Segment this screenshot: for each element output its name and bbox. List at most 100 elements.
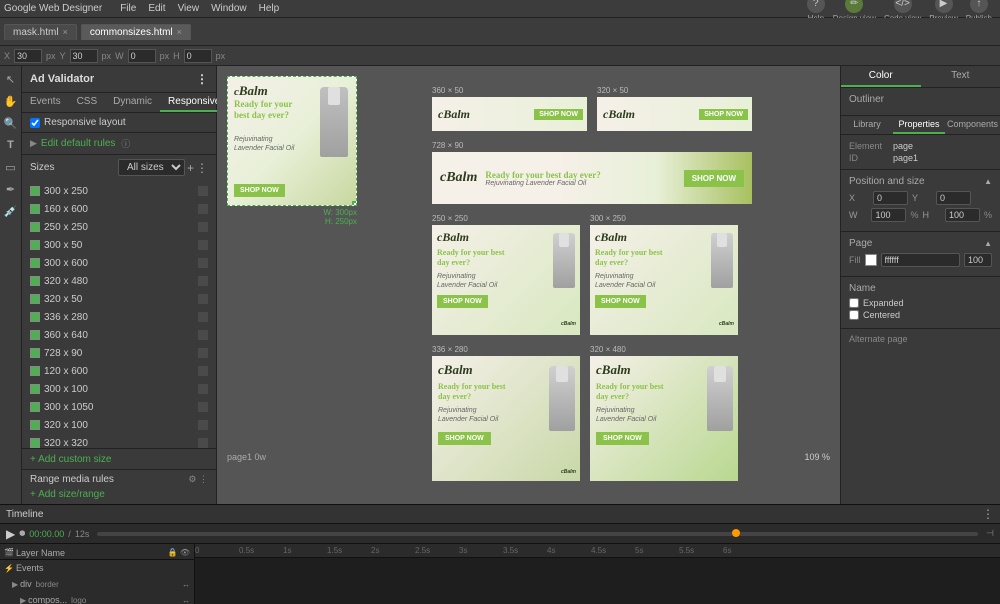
- x-prop-input[interactable]: [873, 191, 908, 205]
- tab-mask[interactable]: mask.html×: [4, 24, 77, 40]
- eyedropper-tool[interactable]: 💉: [2, 202, 20, 220]
- menu-view[interactable]: View: [178, 3, 200, 14]
- size-list-item[interactable]: 336 x 280: [22, 308, 216, 326]
- edit-rules-link[interactable]: Edit default rules: [41, 138, 116, 149]
- cta-320x480[interactable]: SHOP NOW: [596, 432, 649, 445]
- tab-color[interactable]: Color: [841, 66, 921, 87]
- size-list-item[interactable]: 300 x 250: [22, 182, 216, 200]
- add-custom-size[interactable]: + Add custom size: [30, 454, 111, 465]
- h-prop-input[interactable]: [945, 208, 980, 222]
- ad-320x480[interactable]: cBalm Ready for your best day ever? Reju…: [590, 356, 738, 481]
- position-arrow[interactable]: ▲: [984, 177, 992, 186]
- pen-tool[interactable]: ✒: [2, 180, 20, 198]
- cta-336[interactable]: SHOP NOW: [438, 432, 491, 445]
- ad-250x250[interactable]: cBalm Ready for your best day ever? Reju…: [432, 225, 580, 335]
- subtab-library[interactable]: Library: [841, 116, 893, 134]
- tab-text[interactable]: Text: [921, 66, 1000, 87]
- size-list-item[interactable]: 300 x 600: [22, 254, 216, 272]
- time-marker: 4.5s: [591, 546, 606, 555]
- sizes-add-icon[interactable]: +: [187, 161, 194, 175]
- size-list-item[interactable]: 160 x 600: [22, 200, 216, 218]
- centered-checkbox[interactable]: [849, 310, 859, 320]
- page-section: Page ▲ Fill: [841, 232, 1000, 277]
- ad-300x250[interactable]: cBalm Ready for your best day ever? Reju…: [590, 225, 738, 335]
- w-prop-input[interactable]: [871, 208, 906, 222]
- x-input[interactable]: [14, 49, 42, 63]
- div-convert[interactable]: ↔: [182, 580, 190, 589]
- sizes-filter[interactable]: All sizes: [118, 159, 185, 176]
- compos-arrow[interactable]: ▶: [20, 596, 26, 604]
- subline-320x480: Rejuvinating Lavender Facial Oil: [596, 406, 664, 424]
- ad-subline-small: Rejuvinating Lavender Facial Oil: [234, 135, 302, 153]
- ad-cta-small[interactable]: SHOP NOW: [234, 184, 285, 197]
- tab-mask-close[interactable]: ×: [63, 27, 68, 37]
- fill-color-input[interactable]: [881, 253, 961, 267]
- tab-dynamic[interactable]: Dynamic: [105, 93, 160, 112]
- sizes-menu-icon[interactable]: ⋮: [196, 161, 208, 175]
- ad-336x280[interactable]: cBalm Ready for your best day ever? Reju…: [432, 356, 580, 481]
- ad-360x50[interactable]: cBalm SHOP NOW: [432, 97, 587, 131]
- ad-text: Ready for your best day ever? Rejuvinati…: [485, 170, 675, 187]
- record-button[interactable]: ⏺: [19, 526, 25, 541]
- cursor-tool[interactable]: ↖: [2, 70, 20, 88]
- fill-swatch[interactable]: [865, 254, 877, 266]
- cta-320[interactable]: SHOP NOW: [699, 109, 748, 120]
- y-unit: px: [102, 51, 112, 61]
- size-list-item[interactable]: 300 x 50: [22, 236, 216, 254]
- ad-728x90[interactable]: cBalm Ready for your best day ever? Reju…: [432, 152, 752, 204]
- size-list-item[interactable]: 728 x 90: [22, 344, 216, 362]
- size-list-item[interactable]: 320 x 100: [22, 416, 216, 434]
- bottle-250: [553, 233, 575, 288]
- menu-edit[interactable]: Edit: [148, 3, 165, 14]
- hand-tool[interactable]: ✋: [2, 92, 20, 110]
- size-list-item[interactable]: 320 x 320: [22, 434, 216, 448]
- selected-ad-editor[interactable]: ');background-size:4px 4px;" data-name="…: [227, 76, 357, 226]
- w-label: W: [115, 51, 124, 61]
- panel-menu-icon[interactable]: ⋮: [196, 72, 208, 86]
- page-arrow[interactable]: ▲: [984, 239, 992, 248]
- play-button[interactable]: ▶: [6, 527, 15, 541]
- canvas-scroll[interactable]: ');background-size:4px 4px;" data-name="…: [217, 66, 840, 504]
- timeline-scrubber[interactable]: 00.5s1s1.5s2s2.5s3s3.5s4s4.5s5s5.5s6s: [195, 544, 1000, 604]
- w-input[interactable]: [128, 49, 156, 63]
- tab-commonsizes[interactable]: commonsizes.html×: [81, 24, 191, 40]
- menu-help[interactable]: Help: [259, 3, 280, 14]
- timeline-menu-icon[interactable]: ⋮: [982, 507, 994, 521]
- tab-commonsizes-close[interactable]: ×: [177, 27, 182, 37]
- size-list-item[interactable]: 250 x 250: [22, 218, 216, 236]
- lock-icon[interactable]: 🔒: [168, 548, 178, 557]
- h-input[interactable]: [184, 49, 212, 63]
- rect-tool[interactable]: ▭: [2, 158, 20, 176]
- responsive-layout-checkbox[interactable]: [30, 118, 40, 128]
- text-tool[interactable]: T: [2, 136, 20, 154]
- ad-320x50[interactable]: cBalm SHOP NOW: [597, 97, 752, 131]
- tab-events[interactable]: Events: [22, 93, 69, 112]
- size-list-item[interactable]: 360 x 640: [22, 326, 216, 344]
- timeline-bar[interactable]: [97, 532, 978, 536]
- subtab-properties[interactable]: Properties: [893, 116, 945, 134]
- div-arrow[interactable]: ▶: [12, 580, 18, 589]
- menu-window[interactable]: Window: [211, 3, 247, 14]
- cta-728[interactable]: SHOP NOW: [684, 170, 744, 187]
- y-prop-input[interactable]: [936, 191, 971, 205]
- size-list-item[interactable]: 300 x 1050: [22, 398, 216, 416]
- ad-320x50-label: 320 × 50: [597, 86, 752, 95]
- size-list-item[interactable]: 320 x 480: [22, 272, 216, 290]
- size-list-item[interactable]: 300 x 100: [22, 380, 216, 398]
- subtab-components[interactable]: Components: [945, 116, 1000, 134]
- menu-file[interactable]: File: [120, 3, 136, 14]
- cta-300[interactable]: SHOP NOW: [595, 295, 646, 308]
- expanded-checkbox[interactable]: [849, 298, 859, 308]
- fill-opacity[interactable]: [964, 253, 992, 267]
- resize-handle[interactable]: [352, 201, 357, 206]
- size-list-item[interactable]: 120 x 600: [22, 362, 216, 380]
- y-input[interactable]: [70, 49, 98, 63]
- cta-250[interactable]: SHOP NOW: [437, 295, 488, 308]
- cta-360[interactable]: SHOP NOW: [534, 109, 583, 120]
- zoom-tool[interactable]: 🔍: [2, 114, 20, 132]
- eye-icon[interactable]: 👁: [180, 548, 190, 557]
- size-list-item[interactable]: 320 x 50: [22, 290, 216, 308]
- tab-css[interactable]: CSS: [69, 93, 106, 112]
- add-size-range[interactable]: + Add size/range: [30, 489, 105, 500]
- compos-convert[interactable]: ↔: [182, 596, 190, 604]
